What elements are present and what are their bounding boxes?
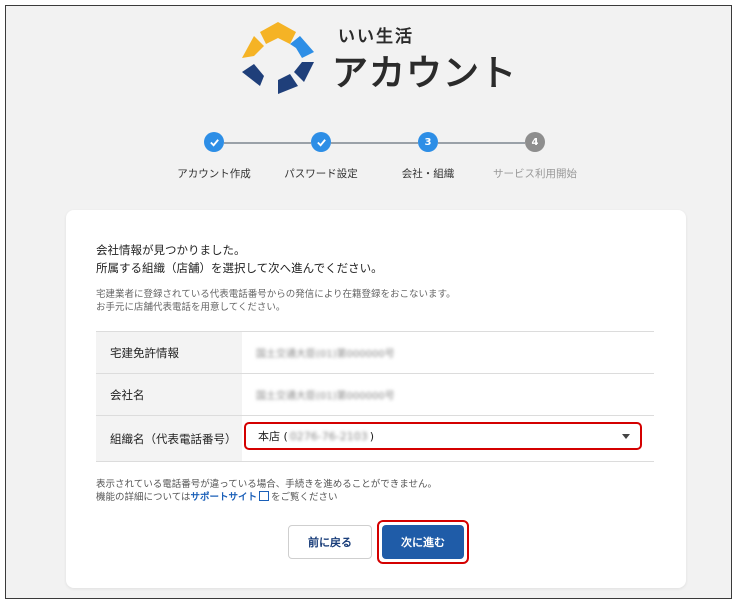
window-frame: いい生活 アカウント 3 4 アカウント作成 パスワード設定 会社・組織 サービ…	[5, 5, 732, 599]
step-3-circle: 3	[418, 132, 438, 152]
store-phone: 0276-76-2103	[289, 429, 368, 443]
chevron-down-icon	[622, 434, 630, 439]
table-row: 宅建免許情報 国土交通大臣(01)第000000号	[96, 332, 654, 374]
brand-title: アカウント	[332, 53, 518, 94]
organization-select[interactable]: 本店 ( 0276-76-2103 )	[244, 422, 642, 450]
store-name: 本店 (	[258, 430, 288, 443]
note-line-1: 宅建業者に登録されている代表電話番号からの発信により在籍登録をおこないます。	[96, 289, 456, 300]
warning-suffix: をご覧ください	[271, 492, 338, 503]
store-close-paren: )	[369, 429, 375, 443]
step-label-password: パスワード設定	[284, 168, 358, 180]
found-message: 会社情報が見つかりました。	[96, 243, 246, 257]
step-4-circle: 4	[525, 132, 545, 152]
step-label-start: サービス利用開始	[493, 168, 577, 180]
company-label: 会社名	[96, 374, 242, 415]
warning-line-2: 機能の詳細についてはサポートサイト をご覧ください	[96, 489, 338, 503]
warning-prefix: 機能の詳細については	[96, 492, 191, 503]
step-connector	[331, 142, 418, 144]
step-1-check-icon	[204, 132, 224, 152]
license-label: 宅建免許情報	[96, 332, 242, 373]
org-label: 組織名（代表電話番号）	[96, 416, 242, 461]
table-row: 会社名 国土交通大臣(01)第000000号	[96, 374, 654, 416]
note-line-2: お手元に店舗代表電話を用意してください。	[96, 302, 286, 313]
license-value: 国土交通大臣(01)第000000号	[256, 349, 395, 360]
company-value: 国土交通大臣(01)第000000号	[256, 391, 395, 402]
back-button[interactable]: 前に戻る	[288, 525, 372, 559]
next-button[interactable]: 次に進む	[382, 525, 464, 559]
company-card: 会社情報が見つかりました。 所属する組織（店舗）を選択して次へ進んでください。 …	[66, 210, 686, 588]
step-2-check-icon	[311, 132, 331, 152]
instruction-message: 所属する組織（店舗）を選択して次へ進んでください。	[96, 261, 383, 275]
support-site-link[interactable]: サポートサイト	[191, 492, 258, 503]
step-connector	[224, 142, 311, 144]
warning-line-1: 表示されている電話番号が違っている場合、手続きを進めることができません。	[96, 479, 437, 490]
step-label-company: 会社・組織	[401, 168, 455, 180]
iiseikatsu-logo	[242, 22, 314, 94]
external-link-icon	[259, 491, 270, 501]
progress-stepper: 3 4 アカウント作成 パスワード設定 会社・組織 サービス利用開始	[166, 132, 606, 182]
step-connector	[438, 142, 525, 144]
step-label-account: アカウント作成	[177, 168, 251, 180]
